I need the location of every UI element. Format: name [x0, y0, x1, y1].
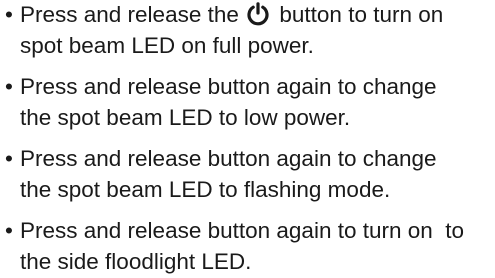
instruction-text: Press and release the — [20, 2, 246, 27]
bullet: • — [5, 218, 13, 243]
instruction-line: the side floodlight LED. — [20, 248, 252, 274]
bullet: • — [5, 2, 13, 27]
instruction-item-2: • Press and release button again to chang… — [5, 72, 493, 133]
instruction-line: • Press and release the button to turn on — [5, 0, 493, 31]
power-icon — [245, 2, 271, 26]
instruction-line: • Press and release button again to chang… — [5, 72, 493, 103]
instruction-line: the spot beam LED to low power. — [20, 104, 351, 130]
instruction-line: • Press and release button again to turn … — [5, 216, 493, 247]
instruction-item-4: • Press and release button again to turn … — [5, 216, 493, 277]
instruction-text: Press and release button again to change — [20, 74, 437, 99]
instruction-document: • Press and release the button to turn on… — [0, 0, 495, 278]
instruction-text: Press and release button again to turn o… — [20, 218, 465, 243]
instruction-text: button to turn on — [273, 2, 444, 27]
instruction-text: Press and release button again to change — [20, 146, 437, 171]
bullet: • — [5, 74, 13, 99]
instruction-line: • Press and release button again to chang… — [5, 144, 493, 175]
instruction-line: spot beam LED on full power. — [20, 32, 314, 58]
instruction-item-1: • Press and release the button to turn on… — [5, 0, 493, 61]
instruction-item-3: • Press and release button again to chang… — [5, 144, 493, 205]
bullet: • — [5, 146, 13, 171]
instruction-line: the spot beam LED to flashing mode. — [20, 176, 391, 202]
